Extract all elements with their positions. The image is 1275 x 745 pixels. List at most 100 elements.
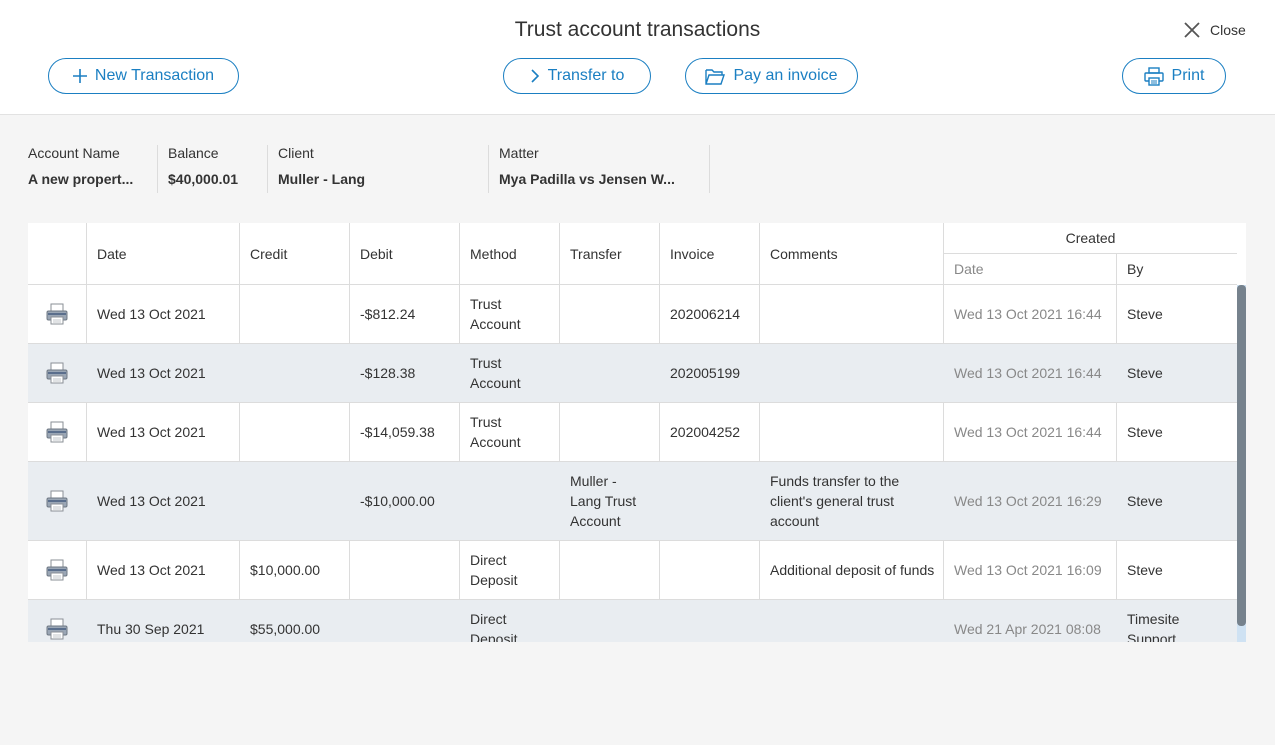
cell-comments: Additional deposit of funds bbox=[760, 541, 943, 599]
cell-text: Thu 30 Sep 2021 bbox=[97, 621, 205, 637]
close-button[interactable]: Close bbox=[1183, 21, 1246, 39]
cell-date: Thu 30 Sep 2021 bbox=[87, 600, 239, 642]
cell-method bbox=[460, 462, 559, 540]
cell-debit bbox=[350, 600, 459, 642]
cell-text: Wed 13 Oct 2021 bbox=[97, 365, 206, 381]
scrollbar-thumb[interactable] bbox=[1237, 285, 1246, 626]
cell-method: Trust Account bbox=[460, 285, 559, 343]
info-account-name: Account Name A new propert... bbox=[28, 145, 158, 193]
account-name-label: Account Name bbox=[28, 145, 120, 161]
cell-text: Steve bbox=[1127, 562, 1163, 578]
close-icon bbox=[1184, 22, 1200, 38]
header: Trust account transactions Close New Tra… bbox=[0, 0, 1275, 115]
print-receipt-button[interactable] bbox=[28, 462, 86, 540]
cell-created-by: Steve bbox=[1117, 285, 1237, 343]
cell-transfer bbox=[560, 285, 659, 343]
cell-invoice bbox=[660, 600, 759, 642]
cell-text: Wed 13 Oct 2021 bbox=[97, 424, 206, 440]
cell-date: Wed 13 Oct 2021 bbox=[87, 462, 239, 540]
cell-text: Direct Deposit bbox=[470, 611, 518, 642]
balance-value: $40,000.01 bbox=[168, 171, 239, 187]
cell-method: Trust Account bbox=[460, 344, 559, 402]
cell-credit bbox=[240, 403, 349, 461]
cell-text: Trust Account bbox=[470, 414, 521, 450]
cell-comments bbox=[760, 344, 943, 402]
info-balance: Balance $40,000.01 bbox=[158, 145, 268, 193]
cell-text: Steve bbox=[1127, 424, 1163, 440]
cell-comments bbox=[760, 285, 943, 343]
column-header-credit[interactable]: Credit bbox=[250, 223, 287, 284]
cell-text: Wed 13 Oct 2021 bbox=[97, 306, 206, 322]
client-label: Client bbox=[278, 145, 314, 161]
table-row[interactable]: Wed 13 Oct 2021 -$10,000.00 Muller - Lang … bbox=[28, 461, 1237, 540]
cell-created-date: Wed 21 Apr 2021 08:08 bbox=[944, 600, 1116, 642]
column-header-transfer[interactable]: Transfer bbox=[570, 223, 622, 284]
column-group-created: Created bbox=[1065, 230, 1116, 246]
print-button[interactable]: Print bbox=[1122, 58, 1226, 94]
transactions-table: Date Credit Debit Method Transfer Invoic… bbox=[28, 223, 1246, 642]
table-row[interactable]: Thu 30 Sep 2021 $55,000.00 Direct Deposit W… bbox=[28, 599, 1237, 642]
printer-icon bbox=[46, 362, 68, 384]
cell-debit: -$812.24 bbox=[350, 285, 459, 343]
print-receipt-button[interactable] bbox=[28, 600, 86, 642]
table-row[interactable]: Wed 13 Oct 2021 -$128.38 Trust Account 2020… bbox=[28, 343, 1237, 402]
cell-credit: $10,000.00 bbox=[240, 541, 349, 599]
column-header-method[interactable]: Method bbox=[470, 223, 517, 284]
cell-created-date: Wed 13 Oct 2021 16:44 bbox=[944, 285, 1116, 343]
cell-method: Trust Account bbox=[460, 403, 559, 461]
print-label: Print bbox=[1171, 67, 1205, 84]
balance-label: Balance bbox=[168, 145, 219, 161]
print-receipt-button[interactable] bbox=[28, 285, 86, 343]
cell-date: Wed 13 Oct 2021 bbox=[87, 541, 239, 599]
table-row[interactable]: Wed 13 Oct 2021 $10,000.00 Direct Deposit A… bbox=[28, 540, 1237, 599]
cell-invoice bbox=[660, 462, 759, 540]
cell-text: Wed 13 Oct 2021 16:09 bbox=[954, 562, 1102, 578]
cell-credit bbox=[240, 462, 349, 540]
cell-text: Direct Deposit bbox=[470, 552, 518, 588]
cell-transfer bbox=[560, 344, 659, 402]
column-header-created-by[interactable]: By bbox=[1127, 254, 1143, 284]
cell-text: Steve bbox=[1127, 365, 1163, 381]
column-header-invoice[interactable]: Invoice bbox=[670, 223, 714, 284]
close-label: Close bbox=[1210, 22, 1246, 38]
pay-invoice-button[interactable]: Pay an invoice bbox=[685, 58, 858, 94]
cell-transfer: Muller - Lang Trust Account bbox=[560, 462, 659, 540]
cell-transfer bbox=[560, 541, 659, 599]
column-header-created-date[interactable]: Date bbox=[954, 254, 984, 284]
cell-credit bbox=[240, 285, 349, 343]
matter-value: Mya Padilla vs Jensen W... bbox=[499, 171, 675, 187]
column-header-debit[interactable]: Debit bbox=[360, 223, 393, 284]
cell-text: Wed 13 Oct 2021 16:44 bbox=[954, 424, 1102, 440]
cell-transfer bbox=[560, 403, 659, 461]
column-header-comments[interactable]: Comments bbox=[770, 223, 838, 284]
printer-icon bbox=[46, 618, 68, 640]
cell-text: 202004252 bbox=[670, 424, 741, 440]
printer-icon bbox=[46, 421, 68, 443]
cell-date: Wed 13 Oct 2021 bbox=[87, 285, 239, 343]
cell-invoice: 202004252 bbox=[660, 403, 759, 461]
new-transaction-button[interactable]: New Transaction bbox=[48, 58, 239, 94]
cell-debit bbox=[350, 541, 459, 599]
cell-text: Additional deposit of funds bbox=[770, 562, 935, 578]
transfer-to-button[interactable]: Transfer to bbox=[503, 58, 651, 94]
cell-created-by: Timesite Support bbox=[1117, 600, 1237, 642]
cell-comments bbox=[760, 403, 943, 461]
print-receipt-button[interactable] bbox=[28, 403, 86, 461]
account-name-value: A new propert... bbox=[28, 171, 134, 187]
cell-text: -$10,000.00 bbox=[360, 493, 435, 509]
cell-text: Wed 13 Oct 2021 16:44 bbox=[954, 365, 1102, 381]
cell-text: Wed 13 Oct 2021 bbox=[97, 562, 206, 578]
cell-text: $55,000.00 bbox=[250, 621, 321, 637]
table-row[interactable]: Wed 13 Oct 2021 -$812.24 Trust Account 2020… bbox=[28, 284, 1237, 343]
cell-text: Muller - Lang Trust Account bbox=[570, 473, 637, 529]
print-receipt-button[interactable] bbox=[28, 541, 86, 599]
print-receipt-button[interactable] bbox=[28, 344, 86, 402]
cell-text: Steve bbox=[1127, 306, 1163, 322]
cell-text: Wed 13 Oct 2021 16:29 bbox=[954, 493, 1102, 509]
table-row[interactable]: Wed 13 Oct 2021 -$14,059.38 Trust Account 2… bbox=[28, 402, 1237, 461]
cell-method: Direct Deposit bbox=[460, 541, 559, 599]
page-title: Trust account transactions bbox=[514, 18, 761, 41]
cell-text: -$812.24 bbox=[360, 306, 416, 322]
printer-icon bbox=[46, 559, 68, 581]
column-header-date[interactable]: Date bbox=[97, 223, 127, 284]
